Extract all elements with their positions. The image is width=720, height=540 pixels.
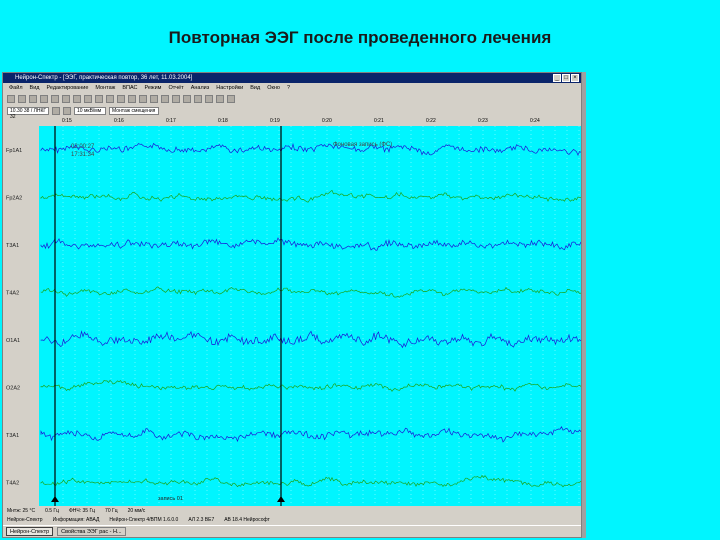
bottom-marker: запись 01 [158,496,183,502]
menu-item-mode[interactable]: Режим [144,83,161,93]
spectrum-icon[interactable] [183,95,191,103]
play-icon[interactable] [95,95,103,103]
channel-label: T3A1 [6,433,19,439]
step-forward-icon[interactable] [63,107,71,115]
time-mark: 0:20 [322,118,332,124]
status-item: Мнтж: 25 °C [7,508,36,514]
step-back-icon[interactable] [52,107,60,115]
secondary-toolbar: 10.30 38 / ЛНКГ 32 10 мкВ/мм Монтаж смещ… [3,105,581,120]
time-mark: 0:15 [62,118,72,124]
marker-icon[interactable] [150,95,158,103]
new-icon[interactable] [7,95,15,103]
help-icon[interactable] [227,95,235,103]
channel-label: O1A1 [6,338,20,344]
status-bar-2: Нейрон-Спектр Информация: АВАД Нейрон-Сп… [3,516,581,525]
record-icon[interactable] [117,95,125,103]
status-item: 20 мм/с [127,508,146,514]
status-item: ФНЧ: 35 Гц [69,508,96,514]
status-item: Информация: АВАД [52,517,100,523]
menu-item-window[interactable]: Окно [267,83,280,93]
maximize-button[interactable]: □ [562,74,570,82]
montage-icon[interactable] [172,95,180,103]
map-icon[interactable] [194,95,202,103]
time-mark: 0:19 [270,118,280,124]
settings-icon[interactable] [216,95,224,103]
time-mark: 0:21 [374,118,384,124]
paste-icon[interactable] [73,95,81,103]
menu-item-file[interactable]: Файл [9,83,23,93]
menu-item-report[interactable]: Отчёт [168,83,183,93]
main-toolbar [3,93,581,105]
print-icon[interactable] [40,95,48,103]
time-mark: 0:22 [426,118,436,124]
menu-bar: Файл Вид Редактирование Монтаж ВПАС Режи… [3,83,581,93]
menu-item-help[interactable]: ? [287,83,290,93]
taskbar: Нейрон-Спектр Свойства ЭЭГ рас - Н... [3,525,581,537]
status-item: 70 Гц [105,508,118,514]
menu-item-vpas[interactable]: ВПАС [122,83,137,93]
zoom-out-icon[interactable] [139,95,147,103]
open-icon[interactable] [18,95,26,103]
window-edge [582,72,586,538]
time-mark: 0:23 [478,118,488,124]
time-ruler: 0:15 0:16 0:17 0:18 0:19 0:20 0:21 0:22 … [3,116,581,126]
menu-item-montage[interactable]: Монтаж [95,83,115,93]
status-item: Нейрон-Спектр [7,517,43,523]
channel-label: T4A2 [6,290,19,296]
status-item: 0.5 Гц [45,508,59,514]
menu-item-edit[interactable]: Редактирование [46,83,88,93]
zoom-in-icon[interactable] [128,95,136,103]
channel-label: Fp1A1 [6,148,22,154]
time-mark: 0:17 [166,118,176,124]
status-item: АЛ 2.3 ВЕ7 [188,517,215,523]
channel-label: O2A2 [6,385,20,391]
time-mark: 0:18 [218,118,228,124]
sensitivity-combo[interactable]: 10 мкВ/мм [74,107,106,115]
taskbar-item[interactable]: Нейрон-Спектр [6,527,54,536]
channel-label: T4A2 [6,480,19,486]
eeg-app-window: Нейрон-Спектр - [ЭЭГ, практическая повто… [2,72,582,538]
status-bar: Мнтж: 25 °C 0.5 Гц ФНЧ: 35 Гц 70 Гц 20 м… [3,506,581,516]
taskbar-item[interactable]: Свойства ЭЭГ рас - Н... [57,527,126,536]
cut-icon[interactable] [51,95,59,103]
status-item: АВ 18.4 Нейрософт [224,517,270,523]
menu-item-view[interactable]: Вид [30,83,40,93]
copy-icon[interactable] [62,95,70,103]
window-titlebar: Нейрон-Спектр - [ЭЭГ, практическая повто… [3,73,581,83]
time-mark: 0:24 [530,118,540,124]
slide-title: Повторная ЭЭГ после проведенного лечения [168,28,552,47]
status-item: Нейрон-Спектр 4/ВПМ 1.6.0.0 [109,517,179,523]
window-title: Нейрон-Спектр - [ЭЭГ, практическая повто… [15,75,193,81]
time-mark: 0:16 [114,118,124,124]
time-combo[interactable]: 10.30 38 / ЛНКГ 32 [7,107,49,120]
undo-icon[interactable] [84,95,92,103]
close-button[interactable]: × [571,74,579,82]
report-icon[interactable] [205,95,213,103]
channel-label: Fp2A2 [6,195,22,201]
menu-item-settings[interactable]: Настройки [216,83,243,93]
annotation-background: Фоновая запись (ФС) [333,142,392,148]
channel-label: T3A1 [6,243,19,249]
save-icon[interactable] [29,95,37,103]
eeg-trace-panel[interactable]: Fp1A1Fp2A2T3A1T4A2O1A1O2A2T3A1T4A2 02:00… [3,126,581,506]
menu-item-analysis[interactable]: Анализ [191,83,210,93]
stop-icon[interactable] [106,95,114,103]
filter-icon[interactable] [161,95,169,103]
montage-combo[interactable]: Монтаж смещения [109,107,159,115]
menu-item-view2[interactable]: Вид [250,83,260,93]
minimize-button[interactable]: _ [553,74,561,82]
